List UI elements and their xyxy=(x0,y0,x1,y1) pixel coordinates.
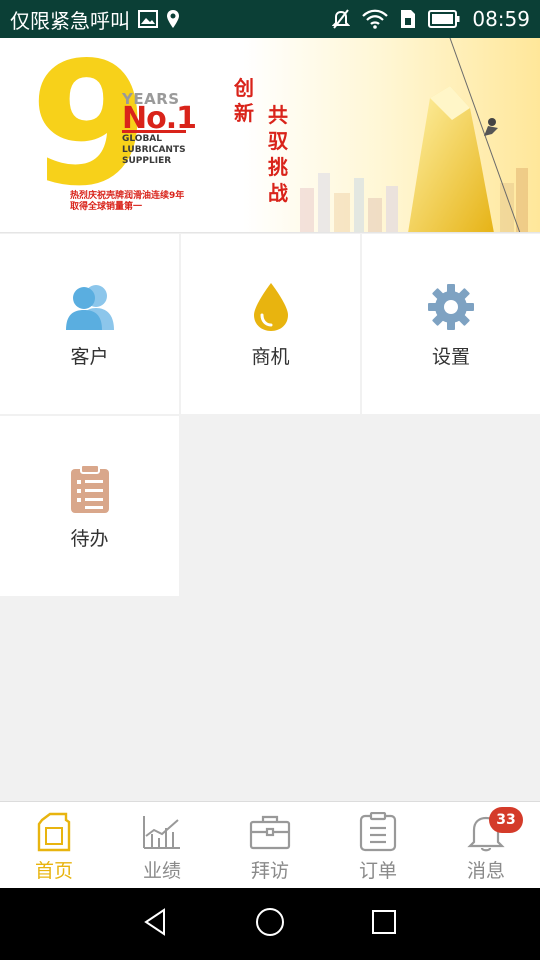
banner-slogan-innovate: 创新 xyxy=(234,76,254,125)
banner-slogan-challenge: 共驭挑战 xyxy=(268,103,288,205)
mute-icon xyxy=(332,9,351,29)
oil-can-icon xyxy=(33,811,75,853)
system-nav-bar xyxy=(0,888,540,960)
home-button[interactable] xyxy=(254,906,286,942)
banner-cn-line-2: 取得全球销量第一 xyxy=(70,202,143,212)
tab-label: 业绩 xyxy=(142,860,181,882)
battery-icon xyxy=(428,10,460,28)
chart-icon xyxy=(141,811,183,853)
tab-label: 订单 xyxy=(358,860,397,882)
tile-label: 商机 xyxy=(251,346,290,368)
tab-label: 拜访 xyxy=(250,860,289,882)
promo-banner[interactable]: 9 YEARS No.1 GLOBAL LUBRICANTS SUPPLIER … xyxy=(0,38,540,233)
tile-opportunities[interactable]: 商机 xyxy=(181,234,360,414)
oil-drop-icon xyxy=(244,280,298,334)
wifi-icon xyxy=(362,9,389,29)
tab-label: 首页 xyxy=(34,860,73,882)
banner-underline xyxy=(122,130,186,133)
banner-global-line: GLOBAL xyxy=(122,134,163,144)
back-button[interactable] xyxy=(142,908,170,940)
recents-icon xyxy=(372,910,396,934)
tile-todo[interactable]: 待办 xyxy=(0,416,179,596)
banner-global-line: SUPPLIER xyxy=(122,156,172,166)
tab-visits[interactable]: 拜访 xyxy=(216,802,324,888)
banner-global-line: LUBRICANTS xyxy=(122,145,186,155)
bottom-tab-bar: 首页 业绩 拜访 订单 消息 33 xyxy=(0,801,540,888)
back-icon xyxy=(144,908,165,936)
tab-home[interactable]: 首页 xyxy=(0,802,108,888)
briefcase-icon xyxy=(249,811,291,853)
tile-customers[interactable]: 客户 xyxy=(0,234,179,414)
status-bar: 仅限紧急呼叫 08:59 xyxy=(0,0,540,38)
tile-settings[interactable]: 设置 xyxy=(362,234,540,414)
tab-label: 消息 xyxy=(466,860,505,882)
customers-icon xyxy=(63,280,117,334)
location-icon xyxy=(166,9,180,29)
clipboard-icon xyxy=(63,462,117,516)
tile-label: 设置 xyxy=(431,346,470,368)
carrier-text: 仅限紧急呼叫 xyxy=(10,8,130,33)
tab-performance[interactable]: 业绩 xyxy=(108,802,216,888)
tile-label: 客户 xyxy=(70,346,109,368)
unread-badge: 33 xyxy=(489,807,523,833)
home-icon xyxy=(256,908,284,936)
gallery-icon xyxy=(138,10,158,28)
tile-label: 待办 xyxy=(70,528,109,550)
tab-messages[interactable]: 消息 33 xyxy=(432,802,540,888)
tab-orders[interactable]: 订单 xyxy=(324,802,432,888)
order-icon xyxy=(357,811,399,853)
gear-icon xyxy=(424,280,478,334)
clock: 08:59 xyxy=(472,7,530,31)
banner-global-text: GLOBAL LUBRICANTS SUPPLIER xyxy=(122,134,186,167)
sim-icon xyxy=(400,9,416,29)
app-screen: 仅限紧急呼叫 08:59 9 YEARS No.1 GLOBAL LUBRICA… xyxy=(0,0,540,960)
recents-button[interactable] xyxy=(370,908,398,940)
